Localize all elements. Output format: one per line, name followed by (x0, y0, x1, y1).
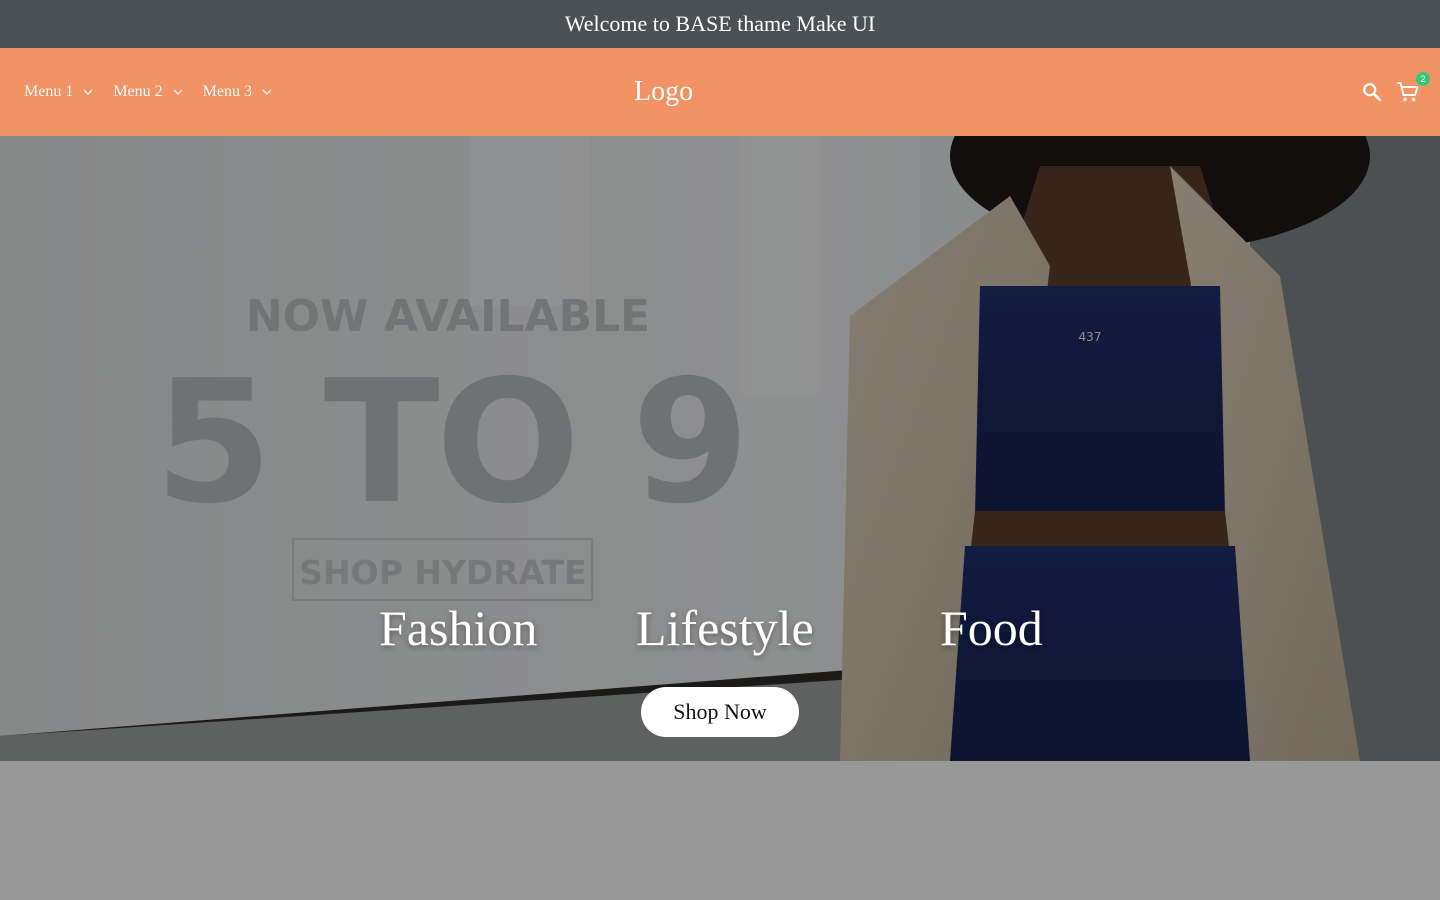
category-fashion[interactable]: Fashion (379, 598, 537, 658)
site-header: Menu 1 Menu 2 Menu 3 Logo 2 (0, 48, 1440, 136)
announcement-bar: Welcome to BASE thame Make UI (0, 0, 1440, 48)
header-icons: 2 (1350, 48, 1430, 136)
category-food[interactable]: Food (940, 598, 1043, 658)
site-logo[interactable]: Logo (634, 72, 706, 112)
hero-categories: Fashion Lifestyle Food (0, 598, 1440, 658)
nav-menu-2[interactable]: Menu 2 (113, 83, 183, 101)
main-nav: Menu 1 Menu 2 Menu 3 (24, 48, 292, 136)
nav-menu-2-label: Menu 2 (113, 83, 163, 100)
search-button[interactable] (1358, 78, 1386, 106)
search-icon (1363, 83, 1382, 102)
nav-menu-1-label: Menu 1 (24, 83, 74, 100)
nav-menu-3[interactable]: Menu 3 (203, 83, 272, 101)
nav-menu-3-label: Menu 3 (202, 83, 252, 100)
category-lifestyle[interactable]: Lifestyle (636, 598, 814, 658)
chevron-down-icon (262, 89, 272, 95)
nav-menu-1[interactable]: Menu 1 (24, 83, 93, 101)
chevron-down-icon (83, 89, 93, 95)
shop-now-button[interactable]: Shop Now (641, 687, 799, 737)
cart-button[interactable]: 2 (1394, 72, 1430, 106)
announcement-text: Welcome to BASE thame Make UI (564, 11, 876, 36)
chevron-down-icon (173, 89, 183, 95)
cart-icon (1397, 82, 1419, 102)
hero-overlay (0, 136, 1440, 761)
cart-count-badge: 2 (1416, 72, 1430, 86)
hero-banner: NOW AVAILABLE 5 TO 9 SHOP HYDRATE 437 Fa… (0, 136, 1440, 761)
